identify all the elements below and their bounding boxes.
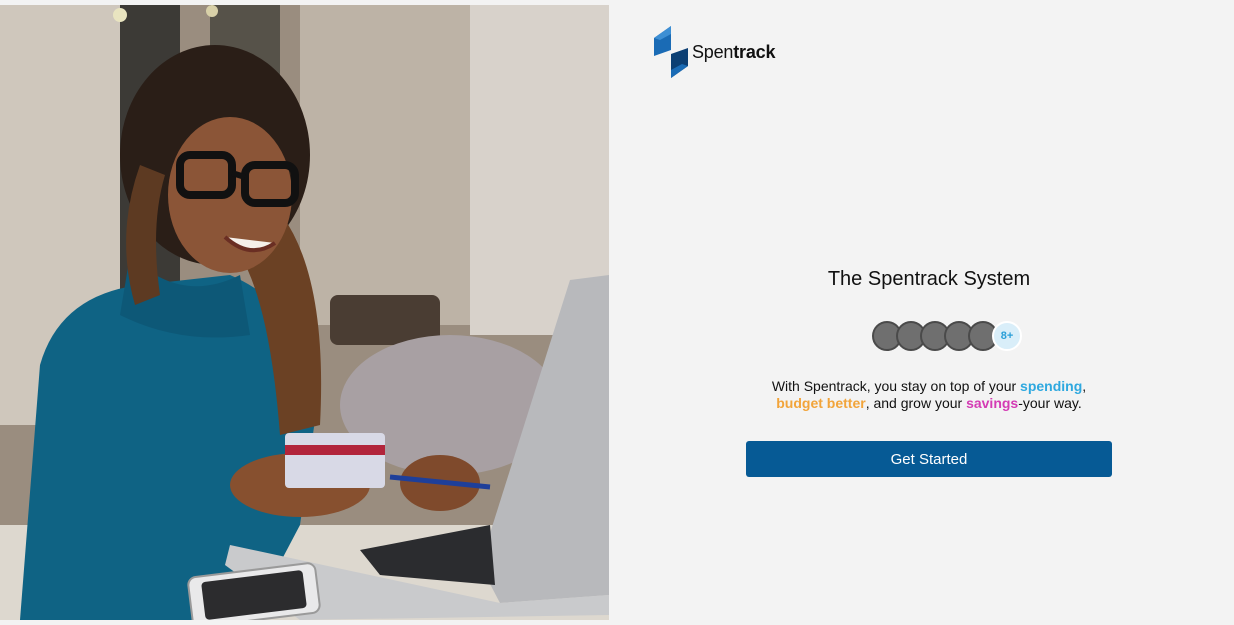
avatar-overflow-count: 8+ (992, 321, 1022, 351)
tagline-budget: budget better (776, 395, 866, 411)
brand-name: Spentrack (692, 42, 775, 63)
tagline-spending: spending (1020, 378, 1083, 394)
tagline: With Spentrack, you stay on top of your … (610, 378, 1234, 412)
tagline-part3: , and grow your (865, 395, 967, 411)
hero-photo (0, 5, 609, 620)
avatar-group: 8+ (872, 321, 1022, 351)
brand-name-prefix: Spen (692, 41, 734, 62)
brand-logo[interactable]: Spentrack (654, 26, 775, 78)
onboarding-page: Spentrack The Spentrack System 8+ With S… (0, 0, 1234, 625)
brand-name-suffix: track (733, 41, 776, 62)
bolt-s-logo-icon (654, 26, 688, 78)
tagline-savings: savings (966, 395, 1019, 411)
page-title: The Spentrack System (827, 268, 1031, 290)
tagline-part2: , (1082, 378, 1087, 394)
content-panel: Spentrack The Spentrack System 8+ With S… (610, 0, 1234, 625)
tagline-part4: -your way. (1018, 395, 1082, 411)
get-started-button[interactable]: Get Started (746, 441, 1112, 477)
tagline-part1: With Spentrack, you stay on top of your (771, 378, 1021, 394)
